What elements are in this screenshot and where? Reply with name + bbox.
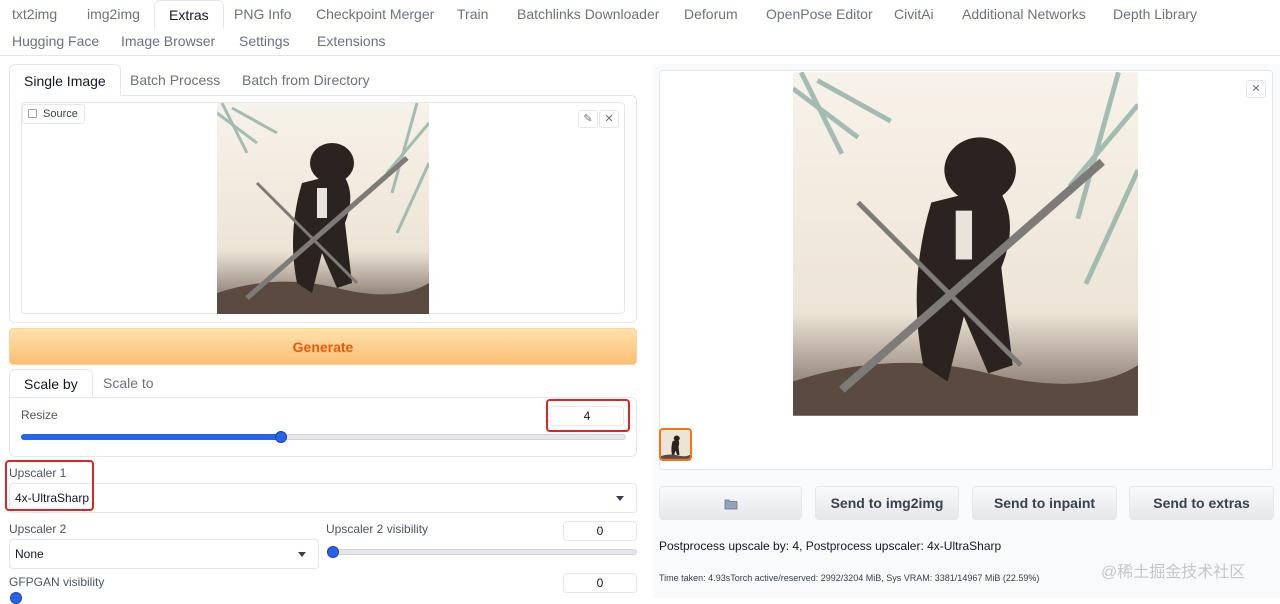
generate-button[interactable]: Generate bbox=[9, 328, 637, 365]
tab-txt2img[interactable]: txt2img bbox=[12, 0, 57, 28]
top-navigation: txt2img img2img Extras PNG Info Checkpoi… bbox=[0, 0, 1280, 56]
resize-slider-fill bbox=[21, 434, 282, 440]
time-taken-info: Time taken: 4.93sTorch active/reserved: … bbox=[659, 573, 1040, 583]
upscaler2-visibility-slider-handle[interactable] bbox=[327, 546, 339, 558]
highlight-box bbox=[546, 399, 630, 432]
close-icon[interactable]: ✕ bbox=[599, 110, 619, 128]
tab-img2img[interactable]: img2img bbox=[87, 0, 140, 28]
watermark-text: @稀土掘金技术社区 bbox=[1101, 564, 1246, 581]
tab-depth-library[interactable]: Depth Library bbox=[1113, 0, 1197, 28]
open-folder-button[interactable] bbox=[659, 486, 802, 520]
tab-image-browser[interactable]: Image Browser bbox=[121, 27, 215, 55]
tab-hugging-face[interactable]: Hugging Face bbox=[12, 27, 99, 55]
gfpgan-visibility-slider-handle[interactable] bbox=[10, 592, 22, 604]
tab-scale-to[interactable]: Scale to bbox=[103, 369, 154, 397]
tab-settings[interactable]: Settings bbox=[239, 27, 290, 55]
tab-extras[interactable]: Extras bbox=[154, 0, 224, 29]
send-to-img2img-button[interactable]: Send to img2img bbox=[815, 486, 959, 520]
folder-icon bbox=[724, 499, 737, 510]
tab-deforum[interactable]: Deforum bbox=[684, 0, 738, 28]
chevron-down-icon bbox=[616, 496, 624, 501]
extras-mode-tabs: Single Image Batch Process Batch from Di… bbox=[9, 64, 637, 96]
tab-extensions[interactable]: Extensions bbox=[317, 27, 385, 55]
output-thumbnail[interactable] bbox=[659, 428, 692, 461]
resize-label: Resize bbox=[21, 408, 58, 422]
gfpgan-visibility-input[interactable]: 0 bbox=[563, 573, 637, 593]
close-icon[interactable]: ✕ bbox=[1246, 80, 1266, 98]
upscaler2-visibility-label: Upscaler 2 visibility bbox=[326, 522, 429, 536]
upscaler1-select[interactable]: 4x-UltraSharp bbox=[9, 483, 637, 513]
scale-mode-tabs: Scale by Scale to bbox=[9, 369, 637, 397]
tab-openpose-editor[interactable]: OpenPose Editor bbox=[766, 0, 873, 28]
tab-train[interactable]: Train bbox=[457, 0, 488, 28]
tab-checkpoint-merger[interactable]: Checkpoint Merger bbox=[316, 0, 434, 28]
chevron-down-icon bbox=[298, 552, 306, 557]
tab-batch-process[interactable]: Batch Process bbox=[130, 64, 220, 96]
scale-by-panel bbox=[9, 397, 637, 457]
tab-single-image[interactable]: Single Image bbox=[9, 64, 121, 96]
upscaler2-visibility-slider-track[interactable] bbox=[327, 549, 637, 555]
image-icon bbox=[28, 109, 37, 118]
tab-batchlinks-downloader[interactable]: Batchlinks Downloader bbox=[517, 0, 659, 28]
tab-png-info[interactable]: PNG Info bbox=[234, 0, 292, 28]
edit-icon[interactable]: ✎ bbox=[578, 110, 598, 128]
highlight-box bbox=[5, 460, 94, 511]
send-to-inpaint-button[interactable]: Send to inpaint bbox=[972, 486, 1117, 520]
postprocess-info: Postprocess upscale by: 4, Postprocess u… bbox=[659, 539, 1002, 553]
upscaler2-visibility-input[interactable]: 0 bbox=[563, 521, 637, 541]
gfpgan-visibility-label: GFPGAN visibility bbox=[9, 575, 105, 589]
send-to-extras-button[interactable]: Send to extras bbox=[1129, 486, 1274, 520]
source-label: Source bbox=[22, 104, 85, 124]
thumbnail-image bbox=[661, 430, 690, 459]
source-image bbox=[217, 103, 429, 314]
upscaler2-select[interactable]: None bbox=[9, 539, 319, 569]
tab-civitai[interactable]: CivitAi bbox=[894, 0, 934, 28]
tab-additional-networks[interactable]: Additional Networks bbox=[962, 0, 1086, 28]
tab-scale-by[interactable]: Scale by bbox=[9, 369, 93, 397]
output-image[interactable] bbox=[793, 72, 1138, 416]
tab-batch-from-directory[interactable]: Batch from Directory bbox=[242, 64, 370, 96]
upscaler2-label: Upscaler 2 bbox=[9, 522, 67, 536]
